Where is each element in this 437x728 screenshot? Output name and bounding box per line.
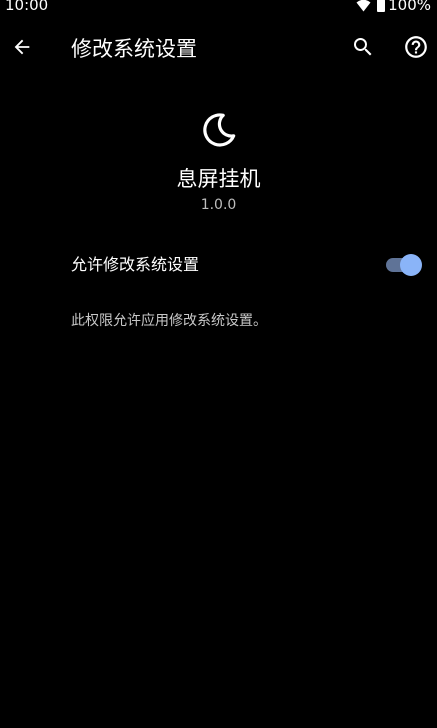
- setting-description: 此权限允许应用修改系统设置。: [71, 313, 267, 329]
- search-button[interactable]: [343, 29, 383, 69]
- help-button[interactable]: [396, 29, 436, 69]
- help-icon: [403, 34, 429, 64]
- allow-modify-settings-toggle[interactable]: [386, 254, 422, 276]
- arrow-back-icon: [11, 36, 33, 62]
- toggle-thumb: [400, 254, 422, 276]
- moon-icon: [199, 110, 239, 150]
- battery-percentage: 100%: [388, 0, 431, 14]
- search-icon: [351, 35, 375, 63]
- status-bar: 10:00 100%: [0, 0, 437, 14]
- status-icons: 100%: [356, 0, 431, 14]
- wifi-icon: [356, 0, 371, 12]
- back-button[interactable]: [2, 29, 42, 69]
- app-bar: 修改系统设置: [0, 22, 437, 76]
- allow-modify-settings-row[interactable]: 允许修改系统设置: [0, 244, 437, 286]
- app-header: 息屏挂机 1.0.0: [0, 110, 437, 214]
- status-time: 10:00: [5, 0, 49, 14]
- setting-label: 允许修改系统设置: [71, 255, 200, 274]
- battery-icon: [377, 0, 386, 12]
- app-name: 息屏挂机: [176, 167, 261, 191]
- app-version: 1.0.0: [200, 197, 237, 213]
- page-title: 修改系统设置: [71, 37, 197, 61]
